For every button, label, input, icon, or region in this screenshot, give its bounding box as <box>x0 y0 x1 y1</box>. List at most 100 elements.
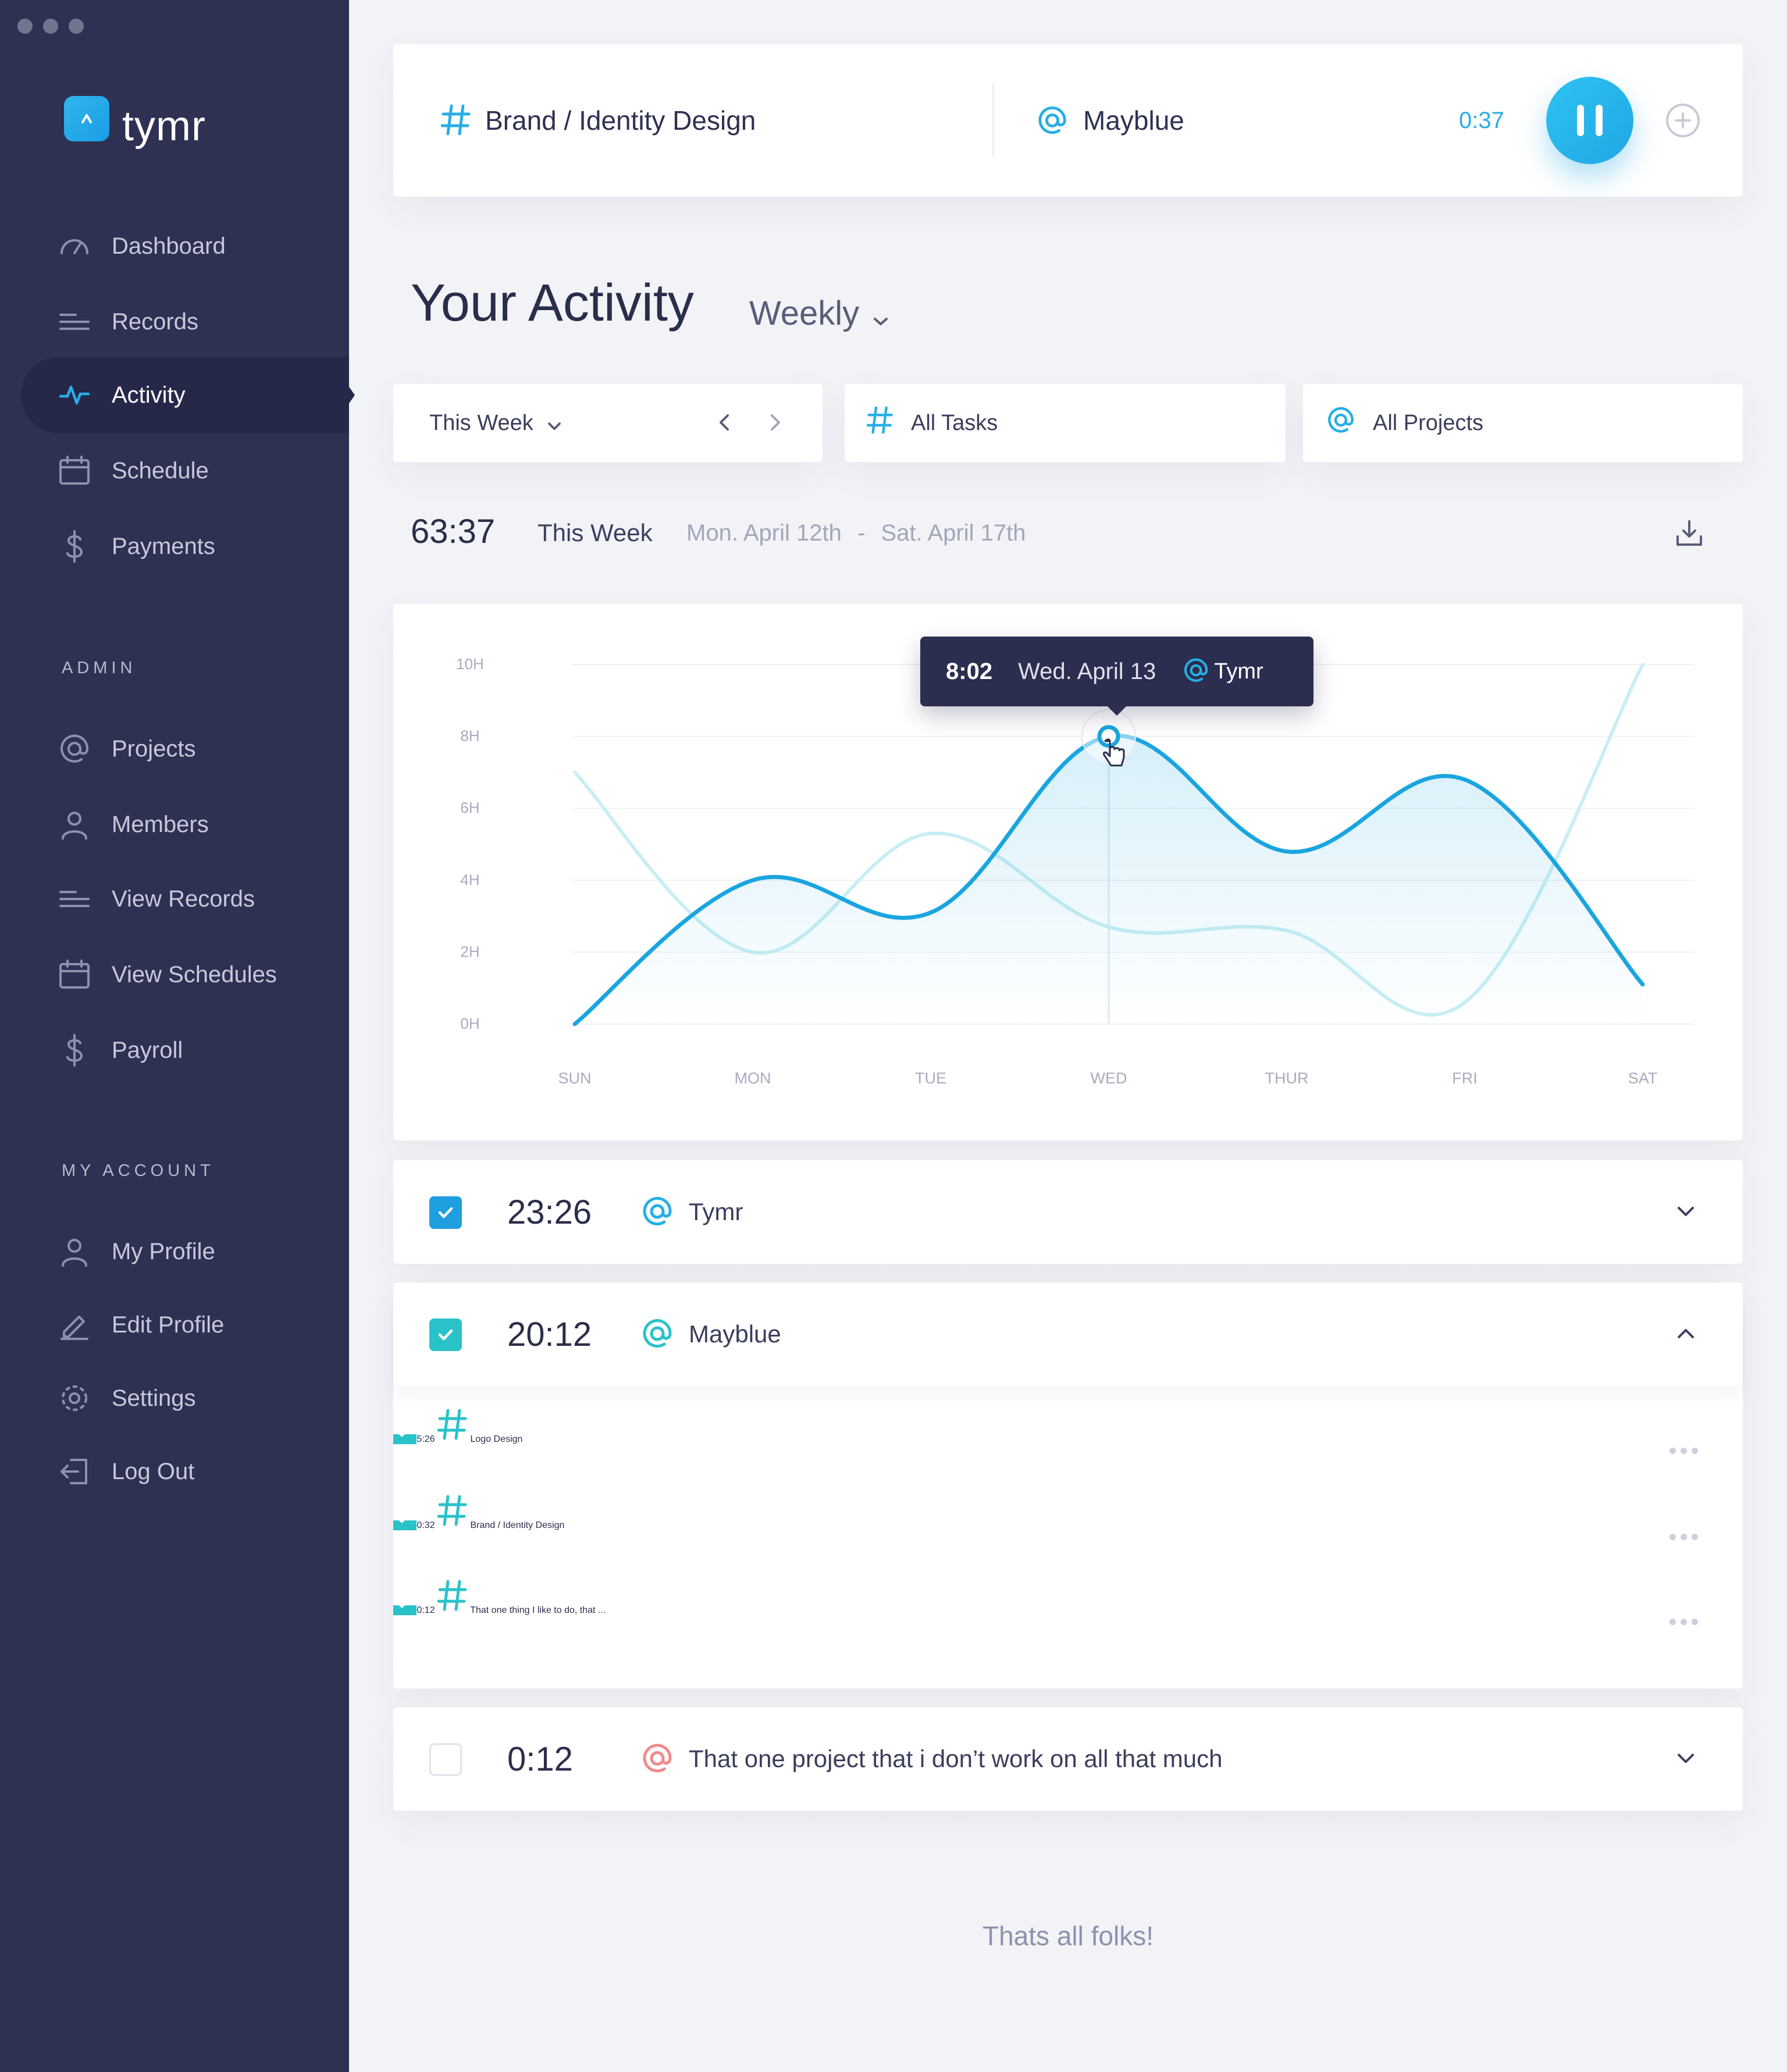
project-row-mayblue[interactable]: 20:12 Mayblue <box>393 1282 1743 1386</box>
nav-item-records[interactable]: Records <box>21 284 349 360</box>
subtask-checkbox[interactable] <box>393 1426 417 1444</box>
row-time: 0:12 <box>507 1740 573 1778</box>
window-minimize-dot[interactable] <box>43 19 58 34</box>
subtask-checkbox[interactable] <box>393 1597 417 1615</box>
current-task-name[interactable]: Brand / Identity Design <box>485 44 756 197</box>
x-tick-label: SUN <box>558 1069 591 1087</box>
period-label: Weekly <box>749 294 860 332</box>
hash-icon <box>437 1409 470 1444</box>
chevron-down-icon <box>872 297 889 336</box>
hash-icon <box>866 404 894 442</box>
y-tick-label: 2H <box>460 943 479 960</box>
subtask-row[interactable]: 0:12 That one thing I like to do, that .… <box>393 1578 1743 1664</box>
nav-item-members[interactable]: Members <box>21 787 349 862</box>
window-close-dot[interactable] <box>17 19 33 34</box>
add-timer-button[interactable] <box>1665 102 1701 141</box>
subtask-row[interactable]: 5:26 Logo Design <box>393 1407 1743 1493</box>
next-week-button[interactable] <box>763 411 786 437</box>
y-tick-label: 10H <box>456 655 484 673</box>
nav-item-activity[interactable]: Activity <box>21 357 349 433</box>
nav-label: Payroll <box>112 1037 183 1063</box>
previous-week-button[interactable] <box>713 411 736 437</box>
nav-label: Log Out <box>112 1458 195 1484</box>
nav-label: My Profile <box>112 1238 215 1264</box>
projects-filter-label: All Projects <box>1373 410 1484 435</box>
more-options-icon[interactable] <box>1669 1534 1698 1540</box>
period-select[interactable]: Weekly <box>749 291 889 336</box>
chevron-down-icon[interactable] <box>1674 1747 1697 1773</box>
week-filter[interactable]: This Week <box>393 384 823 462</box>
subtask-time: 5:26 <box>417 1434 435 1444</box>
range-start: Mon. April 12th <box>686 520 842 546</box>
y-tick-label: 4H <box>460 871 479 888</box>
y-tick-label: 0H <box>460 1015 479 1032</box>
subtask-label: Brand / Identity Design <box>470 1520 565 1530</box>
nav-item-dashboard[interactable]: Dashboard <box>21 208 349 284</box>
row-checkbox[interactable] <box>429 1318 462 1351</box>
window-maximize-dot[interactable] <box>69 19 84 34</box>
more-options-icon[interactable] <box>1669 1448 1698 1454</box>
nav-item-payroll[interactable]: Payroll <box>21 1012 349 1088</box>
at-icon <box>1037 105 1068 139</box>
subtask-time: 0:32 <box>417 1520 435 1530</box>
project-row-other[interactable]: 0:12 That one project that i don’t work … <box>393 1707 1743 1811</box>
sidebar: tymr Dashboard Records Activity Schedule… <box>0 0 349 2072</box>
y-tick-label: 8H <box>460 727 479 745</box>
subtask-label: Logo Design <box>470 1434 523 1444</box>
gauge-icon <box>57 229 92 264</box>
tasks-filter-label: All Tasks <box>911 410 998 435</box>
nav-label: Edit Profile <box>112 1312 225 1338</box>
pulse-icon <box>57 378 92 413</box>
lines-icon <box>57 882 92 916</box>
hash-icon <box>437 1495 470 1530</box>
nav-label: Projects <box>112 735 196 762</box>
lines-icon <box>57 304 92 339</box>
nav-item-my-profile[interactable]: My Profile <box>21 1214 349 1289</box>
x-tick-label: WED <box>1091 1069 1127 1087</box>
gear-icon <box>57 1381 92 1416</box>
tasks-filter[interactable]: All Tasks <box>845 384 1286 462</box>
end-of-list-message: Thats all folks! <box>983 1921 1154 1951</box>
nav-label: Dashboard <box>112 233 226 259</box>
highlight-point <box>1097 725 1120 748</box>
tooltip-caret <box>1108 706 1126 716</box>
project-row-mayblue-expanded: 20:12 Mayblue 5:26 Logo Design 0:32 Bran… <box>393 1282 1743 1689</box>
current-project-name[interactable]: Mayblue <box>1083 44 1184 197</box>
hash-icon <box>437 1580 470 1615</box>
nav-item-schedule[interactable]: Schedule <box>21 433 349 509</box>
hash-icon <box>440 102 471 140</box>
pause-button[interactable] <box>1546 77 1633 164</box>
elapsed-time: 0:37 <box>1459 107 1504 133</box>
row-checkbox[interactable] <box>429 1743 462 1776</box>
nav-item-log-out[interactable]: Log Out <box>21 1434 349 1509</box>
chevron-up-icon[interactable] <box>1674 1322 1697 1348</box>
calendar-icon <box>57 957 92 992</box>
download-icon[interactable] <box>1675 519 1703 550</box>
nav-item-projects[interactable]: Projects <box>21 711 349 787</box>
x-tick-label: SAT <box>1628 1069 1658 1087</box>
subtask-checkbox[interactable] <box>393 1512 417 1530</box>
projects-filter[interactable]: All Projects <box>1303 384 1743 462</box>
nav-item-view-schedules[interactable]: View Schedules <box>21 937 349 1012</box>
row-project: Tymr <box>689 1198 743 1225</box>
app-logo[interactable]: tymr <box>64 87 206 150</box>
account-section-label: MY ACCOUNT <box>62 1161 215 1180</box>
summary-period-label: This Week <box>537 519 653 546</box>
at-icon <box>641 1195 674 1231</box>
nav-item-payments[interactable]: Payments <box>21 509 349 584</box>
nav-item-edit-profile[interactable]: Edit Profile <box>21 1287 349 1363</box>
active-timer-bar: Brand / Identity Design Mayblue 0:37 <box>393 44 1743 197</box>
tooltip-project: Tymr <box>1214 659 1263 684</box>
page-title: Your Activity <box>411 274 694 332</box>
chevron-down-icon[interactable] <box>1674 1200 1697 1226</box>
date-range: Mon. April 12th - Sat. April 17th <box>686 520 1026 546</box>
nav-item-view-records[interactable]: View Records <box>21 861 349 937</box>
at-icon <box>1326 406 1355 440</box>
nav-item-settings[interactable]: Settings <box>21 1360 349 1436</box>
subtask-row[interactable]: 0:32 Brand / Identity Design <box>393 1493 1743 1579</box>
more-options-icon[interactable] <box>1669 1619 1698 1625</box>
row-time: 20:12 <box>507 1315 592 1353</box>
x-tick-label: FRI <box>1452 1069 1478 1087</box>
row-checkbox[interactable] <box>429 1196 462 1229</box>
project-row-tymr[interactable]: 23:26 Tymr <box>393 1160 1743 1264</box>
